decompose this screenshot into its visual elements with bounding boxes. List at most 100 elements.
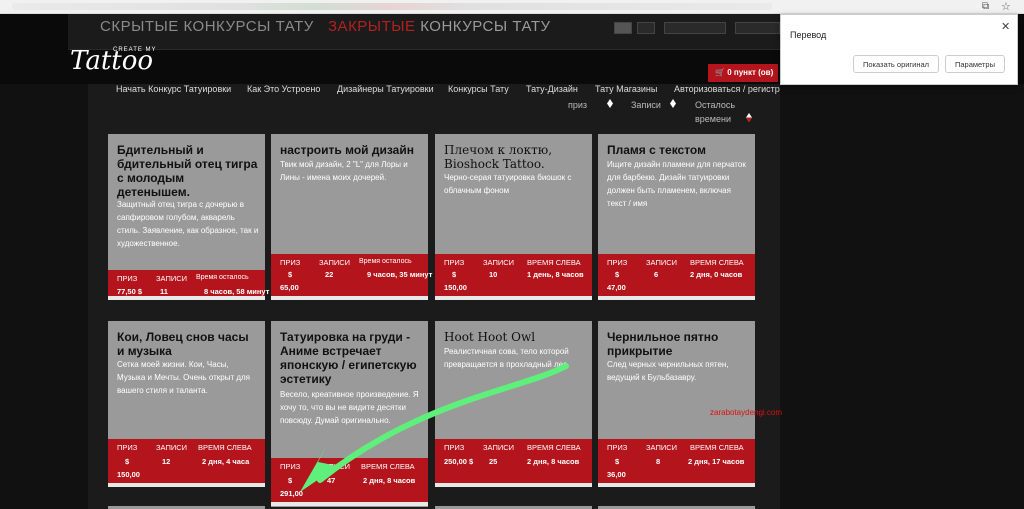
time-label: ВРЕМЯ СЛЕВА <box>690 258 744 267</box>
sort-diamond-icon <box>670 99 676 108</box>
contest-card[interactable]: Пламя с текстом Ищите дизайн пламени для… <box>598 134 755 300</box>
prize-value: 36,00 <box>607 470 626 479</box>
contest-stats: ПРИЗ ЗАПИСИ ВРЕМЯ СЛЕВА $ 150,00 10 1 де… <box>435 254 592 296</box>
prize-currency: $ <box>125 457 130 466</box>
contest-title[interactable]: настроить мой дизайн <box>280 143 422 157</box>
time-label: ВРЕМЯ СЛЕВА <box>198 443 252 452</box>
prize-currency: $ <box>288 270 293 279</box>
nav-login[interactable]: Авторизоваться / регистр <box>674 84 780 94</box>
entries-label: ЗАПИСИ <box>319 258 351 267</box>
prize-label: ПРИЗ <box>607 258 628 267</box>
nav-contests[interactable]: Конкурсы Тату <box>448 84 509 94</box>
browser-toolbar: ⧉ ☆ <box>0 0 1024 14</box>
card-footer <box>271 296 428 300</box>
cart-label: 0 пункт (ов) <box>727 68 774 77</box>
contest-card[interactable]: Бдительный и бдительный отец тигра с мол… <box>108 134 269 300</box>
contest-stats: ПРИЗ ЗАПИСИ ВРЕМЯ СЛЕВА $ 47,00 6 2 дня,… <box>598 254 755 296</box>
entries-value: 10 <box>489 270 498 279</box>
time-label: ВРЕМЯ СЛЕВА <box>690 443 744 452</box>
cart-icon: 🛒 <box>715 68 725 77</box>
entries-value: 47 <box>327 476 336 485</box>
entries-label: ЗАПИСИ <box>319 462 351 471</box>
card-footer <box>598 483 755 487</box>
contest-description: Твик мой дизайн, 2 "L" для Лоры и Лины -… <box>280 160 408 182</box>
popup-title: Перевод <box>790 30 827 40</box>
time-label: Время осталось <box>359 258 412 265</box>
contest-title[interactable]: Чернильное пятно прикрытие <box>607 330 749 358</box>
contest-stats: ПРИЗ ЗАПИСИ Время осталось $ 65,00 22 9 … <box>271 254 432 296</box>
translate-popup: Перевод ✕ Показать оригинал Параметры <box>780 14 1018 85</box>
nav-start-contest[interactable]: Начать Конкурс Татуировки <box>116 84 231 94</box>
site-logo[interactable]: Tattoo <box>70 48 153 74</box>
header-button-1[interactable] <box>614 22 632 34</box>
prize-label: ПРИЗ <box>280 258 301 267</box>
prize-value: 150,00 <box>117 470 140 479</box>
contest-card[interactable]: настроить мой дизайн Твик мой дизайн, 2 … <box>271 134 432 300</box>
time-value: 2 дня, 8 часов <box>527 457 580 466</box>
bookmark-star-icon[interactable]: ☆ <box>1001 0 1011 13</box>
nav-designers[interactable]: Дизайнеры Татуировки <box>337 84 434 94</box>
sort-entries[interactable]: Записи <box>631 100 661 110</box>
contest-description: Черно-серая татуировка биошок с облачным… <box>444 173 572 195</box>
contest-card[interactable]: Кои, Ловец снов часы и музыка Сетка моей… <box>108 321 265 487</box>
nav-how-it-works[interactable]: Как Это Устроено <box>247 84 320 94</box>
sort-remaining-2: времени <box>695 114 731 124</box>
prize-label: ПРИЗ <box>444 258 465 267</box>
prize-value: 47,00 <box>607 283 626 292</box>
sort-prize[interactable]: приз <box>568 100 587 110</box>
card-footer <box>435 296 592 300</box>
time-label: ВРЕМЯ СЛЕВА <box>527 443 581 452</box>
card-footer <box>108 296 265 300</box>
contest-card[interactable]: Татуировка на груди - Аниме встречает яп… <box>271 321 428 507</box>
time-value: 9 часов, 35 минут <box>367 270 433 279</box>
prize-currency: $ <box>615 457 620 466</box>
card-footer <box>108 483 265 487</box>
contest-title[interactable]: Кои, Ловец снов часы и музыка <box>117 330 259 358</box>
entries-value: 25 <box>489 457 498 466</box>
header-button-4[interactable] <box>735 22 780 34</box>
header-button-2[interactable] <box>637 22 655 34</box>
time-label: ВРЕМЯ СЛЕВА <box>527 258 581 267</box>
prize-label: ПРИЗ <box>280 462 301 471</box>
contest-stats: ПРИЗ ЗАПИСИ ВРЕМЯ СЛЕВА $ 36,00 8 2 дня,… <box>598 439 755 483</box>
close-icon[interactable]: ✕ <box>1001 20 1010 33</box>
prize-currency: $ <box>288 476 293 485</box>
contest-title[interactable]: Пламя с текстом <box>607 143 749 157</box>
contest-description: Весело, креативное произведение. Я хочу … <box>280 390 419 425</box>
entries-value: 8 <box>656 457 661 466</box>
contest-stats: ПРИЗ ЗАПИСИ ВРЕМЯ СЛЕВА 250,00 $ 25 2 дн… <box>435 439 592 483</box>
contest-title[interactable]: Бдительный и бдительный отец тигра с мол… <box>117 143 259 199</box>
time-value: 1 день, 8 часов <box>527 270 584 279</box>
entries-value: 22 <box>325 270 334 279</box>
contest-card[interactable]: Hoot Hoot Owl Реалистичная сова, тело ко… <box>435 321 592 487</box>
contest-title[interactable]: Плечом к локтю, Bioshock Tattoo. <box>444 143 586 171</box>
contest-description: След черных чернильных пятен, ведущий к … <box>607 360 729 382</box>
contest-title[interactable]: Hoot Hoot Owl <box>444 330 586 344</box>
entries-label: ЗАПИСИ <box>156 443 188 452</box>
contest-title[interactable]: Татуировка на груди - Аниме встречает яп… <box>280 330 422 386</box>
sort-diamond-icon <box>607 99 613 108</box>
contest-description: Реалистичная сова, тело которой превраща… <box>444 347 570 369</box>
sort-remaining[interactable]: Осталось <box>695 100 735 110</box>
contest-card[interactable]: Чернильное пятно прикрытие След черных ч… <box>598 321 755 487</box>
contest-card[interactable]: Плечом к локтю, Bioshock Tattoo. Черно-с… <box>435 134 592 300</box>
prize-value: 250,00 $ <box>444 457 474 466</box>
prize-value: 150,00 <box>444 283 467 292</box>
entries-value: 6 <box>654 270 659 279</box>
header-button-3[interactable] <box>664 22 726 34</box>
prize-label: ПРИЗ <box>444 443 465 452</box>
nav-tattoo-shops[interactable]: Тату Магазины <box>595 84 657 94</box>
sort-diamond-icon <box>746 113 752 122</box>
entries-label: ЗАПИСИ <box>646 443 678 452</box>
cart-button[interactable]: 🛒 0 пункт (ов) <box>708 64 778 82</box>
closed-contests-link[interactable]: ЗАКРЫТЫЕ КОНКУРСЫ ТАТУ <box>328 18 551 35</box>
hidden-contests-link[interactable]: СКРЫТЫЕ КОНКУРСЫ ТАТУ <box>100 18 314 35</box>
address-bar[interactable] <box>12 3 772 10</box>
entries-label: ЗАПИСИ <box>483 443 515 452</box>
nav-tattoo-design[interactable]: Тату-Дизайн <box>526 84 578 94</box>
translate-icon[interactable]: ⧉ <box>982 1 989 12</box>
show-original-button[interactable]: Показать оригинал <box>853 55 939 73</box>
contest-description: Ищите дизайн пламени для перчаток для ба… <box>607 160 746 208</box>
options-button[interactable]: Параметры <box>945 55 1005 73</box>
contest-description: Защитный отец тигра с дочерью в сапфиров… <box>117 200 259 248</box>
